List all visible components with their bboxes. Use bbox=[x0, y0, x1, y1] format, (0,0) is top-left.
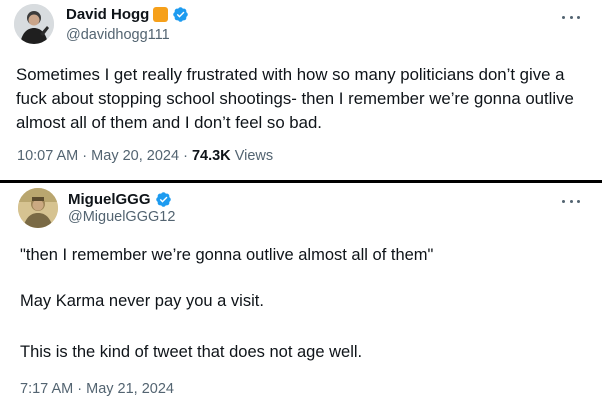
meta-separator: · bbox=[82, 148, 88, 164]
more-icon[interactable] bbox=[562, 198, 580, 204]
tweet-time[interactable]: 10:07 AM bbox=[17, 148, 78, 164]
views-count: 74.3K bbox=[191, 148, 231, 164]
orange-badge-icon bbox=[153, 7, 169, 22]
author-name-row: David Hogg bbox=[66, 6, 189, 23]
meta-separator: · bbox=[183, 148, 188, 164]
tweet-time[interactable]: 7:17 AM bbox=[20, 381, 73, 397]
tweet-meta: 7:17 AM · May 21, 2024 bbox=[20, 381, 174, 397]
avatar[interactable] bbox=[18, 188, 58, 228]
tweet-date[interactable]: May 21, 2024 bbox=[86, 381, 174, 397]
tweet-card-2[interactable]: MiguelGGG @MiguelGGG12 "then I remember … bbox=[0, 183, 602, 413]
author-name-row: MiguelGGG bbox=[68, 191, 172, 208]
handle[interactable]: @davidhogg111 bbox=[66, 27, 170, 43]
verified-icon bbox=[155, 192, 171, 207]
meta-separator: · bbox=[77, 381, 83, 397]
tweet-text-line: May Karma never pay you a visit. bbox=[20, 292, 264, 310]
views-label: Views bbox=[234, 148, 274, 164]
tweet-text: Sometimes I get really frustrated with h… bbox=[16, 65, 574, 132]
tweet-date[interactable]: May 20, 2024 bbox=[91, 148, 179, 164]
tweet-text-line: "then I remember we’re gonna outlive alm… bbox=[20, 246, 434, 264]
display-name[interactable]: David Hogg bbox=[66, 6, 149, 23]
handle[interactable]: @MiguelGGG12 bbox=[68, 209, 175, 225]
tweet-meta: 10:07 AM · May 20, 2024 · 74.3K Views bbox=[17, 148, 273, 164]
more-icon[interactable] bbox=[562, 14, 580, 20]
tweet-card-1[interactable]: David Hogg @davidhogg111 Sometimes I get… bbox=[0, 0, 602, 180]
verified-icon bbox=[173, 7, 189, 22]
tweet-text-line: This is the kind of tweet that does not … bbox=[20, 343, 363, 361]
avatar[interactable] bbox=[14, 4, 54, 44]
display-name[interactable]: MiguelGGG bbox=[68, 191, 151, 208]
